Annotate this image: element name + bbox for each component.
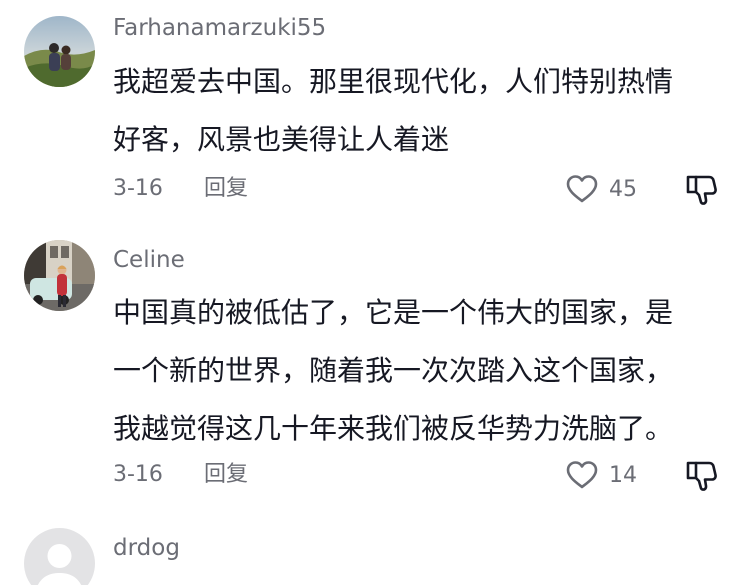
- comment-text-line: 我超爱去中国。那里很现代化，人们特别热情: [113, 65, 674, 98]
- like-button[interactable]: 45: [565, 172, 637, 206]
- comment-text: 中国真的被低估了，它是一个伟大的国家，是 一个新的世界，随着我一次次踏入这个国家…: [113, 284, 723, 458]
- reply-button[interactable]: 回复: [204, 176, 248, 201]
- thumbs-down-outline-icon: [683, 171, 719, 207]
- like-count: 14: [609, 462, 637, 488]
- avatar[interactable]: [24, 528, 95, 585]
- heart-outline-icon: [565, 460, 599, 490]
- reply-button[interactable]: 回复: [204, 462, 248, 487]
- comment-username[interactable]: Celine: [113, 246, 185, 274]
- thumbs-down-outline-icon: [683, 457, 719, 493]
- like-count: 45: [609, 176, 637, 202]
- comment-text-line: 好客，风景也美得让人着迷: [113, 123, 450, 156]
- comment-feed: Farhanamarzuki55 我超爱去中国。那里很现代化，人们特别热情 好客…: [0, 0, 747, 585]
- heart-outline-icon: [565, 174, 599, 204]
- comment-text: 我超爱去中国。那里很现代化，人们特别热情 好客，风景也美得让人着迷: [113, 53, 723, 169]
- comment-item: Farhanamarzuki55 我超爱去中国。那里很现代化，人们特别热情 好客…: [0, 0, 747, 230]
- dislike-button[interactable]: [683, 457, 719, 493]
- comment-meta: 3-16 回复: [113, 175, 248, 203]
- like-button[interactable]: 14: [565, 458, 637, 492]
- comment-date: 3-16: [113, 462, 163, 487]
- avatar[interactable]: [24, 240, 95, 311]
- comment-item: drdog: [0, 510, 747, 585]
- comment-item: Celine 中国真的被低估了，它是一个伟大的国家，是 一个新的世界，随着我一次…: [0, 230, 747, 510]
- comment-date: 3-16: [113, 176, 163, 201]
- comment-username[interactable]: Farhanamarzuki55: [113, 14, 326, 42]
- dislike-button[interactable]: [683, 171, 719, 207]
- avatar[interactable]: [24, 16, 95, 87]
- comment-username[interactable]: drdog: [113, 534, 180, 562]
- comment-text-line: 中国真的被低估了，它是一个伟大的国家，是: [113, 296, 674, 329]
- comment-text-line: 一个新的世界，随着我一次次踏入这个国家，: [113, 354, 674, 387]
- comment-text-line: 我越觉得这几十年来我们被反华势力洗脑了。: [113, 412, 674, 445]
- comment-meta: 3-16 回复: [113, 461, 248, 489]
